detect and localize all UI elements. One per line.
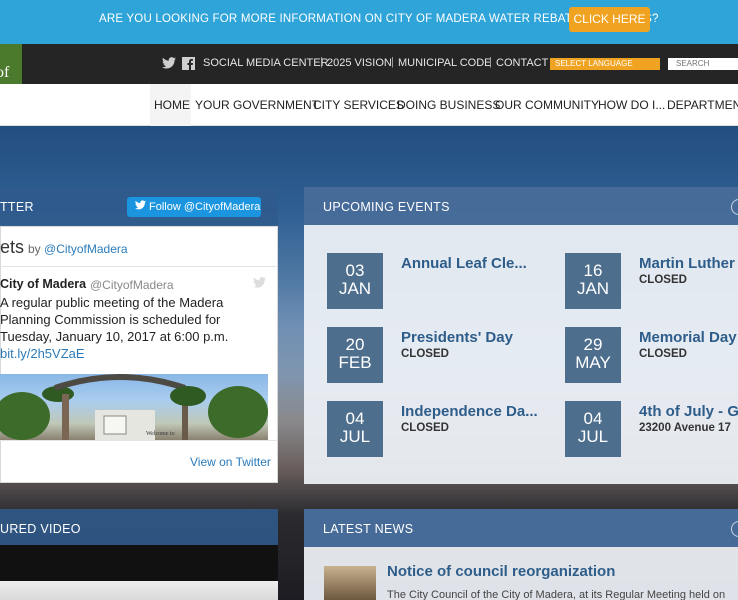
tweet-author-handle[interactable]: @CityofMadera [90,278,174,292]
event-status: CLOSED [401,348,449,360]
event-date-tile: 03 JAN [327,253,383,309]
event-day: 29 [583,335,603,354]
view-on-twitter-link[interactable]: View on Twitter [190,455,271,469]
event-month: FEB [338,353,372,372]
event-date-tile: 16 JAN [565,253,621,309]
event-day: 03 [345,261,365,280]
video-thumbnail[interactable] [0,581,278,600]
news-excerpt: The City Council of the City of Madera, … [387,589,726,600]
tweet-text: A regular public meeting of the Madera P… [0,295,229,344]
nav-item-home[interactable]: HOME [154,98,190,112]
municipal-code-link[interactable]: MUNICIPAL CODE [398,57,492,69]
event-date-tile: 29 MAY [565,327,621,383]
event-month: MAY [575,353,611,372]
event-day: 04 [583,409,603,428]
nav-item-our-community[interactable]: OUR COMMUNITY [495,98,599,112]
news-panel-title: LATEST NEWS [323,522,414,536]
twitter-panel-title: TTER [0,200,34,214]
event-status: CLOSED [639,274,687,286]
utility-separator: | [489,56,492,68]
contact-link[interactable]: CONTACT [496,57,548,69]
event-title[interactable]: Memorial Day [639,329,737,346]
news-title[interactable]: Notice of council reorganization [387,563,615,580]
utility-separator: | [391,56,394,68]
event-status: CLOSED [401,422,449,434]
tweet-photo[interactable]: Welcome to [0,374,268,440]
click-here-button[interactable]: CLICK HERE [569,7,650,32]
tweet-bird-icon[interactable] [253,277,266,291]
tweet-link[interactable]: bit.ly/2h5VZaE [0,346,85,361]
video-panel-title: URED VIDEO [0,522,81,536]
social-media-center-link[interactable]: SOCIAL MEDIA CENTER [203,57,329,69]
twitter-bird-icon [135,200,146,213]
events-panel-title: UPCOMING EVENTS [323,200,450,214]
nav-item-your-government[interactable]: YOUR GOVERNMENT [195,98,319,112]
event-month: JAN [338,279,372,298]
event-location: 23200 Avenue 17 [639,422,731,434]
nav-item-departments[interactable]: DEPARTMENT [667,98,738,112]
event-status: CLOSED [639,348,687,360]
follow-button[interactable]: Follow @CityofMadera [127,197,261,217]
event-date-tile: 04 JUL [327,401,383,457]
timeline-handle-link[interactable]: @CityofMadera [44,242,128,256]
news-thumbnail[interactable] [324,566,376,600]
utility-separator: | [320,56,323,68]
timeline-by-label: by [28,242,41,256]
logo-text-1: of [0,64,10,81]
event-day: 16 [583,261,603,280]
event-title[interactable]: Annual Leaf Cle... [401,255,527,272]
event-day: 04 [345,409,365,428]
photo-sign-text: Welcome to [146,431,175,437]
nav-item-doing-business[interactable]: DOING BUSINESS [397,98,500,112]
event-month: JAN [576,279,610,298]
facebook-icon[interactable] [181,57,195,71]
video-player[interactable] [0,545,278,581]
event-month: JUL [339,427,371,446]
event-day: 20 [345,335,365,354]
event-date-tile: 20 FEB [327,327,383,383]
search-input[interactable] [668,58,738,70]
tweet-author-name[interactable]: City of Madera [0,277,86,291]
divider [0,266,278,267]
timeline-title: ets [0,237,25,257]
twitter-icon[interactable] [162,57,176,71]
2025-vision-link[interactable]: 2025 VISION [327,57,392,69]
event-month: JUL [577,427,609,446]
event-title[interactable]: Martin Luther [639,255,735,272]
event-title[interactable]: 4th of July - G... [639,403,738,420]
nav-item-city-services[interactable]: CITY SERVICES [313,98,404,112]
event-title[interactable]: Independence Da... [401,403,538,420]
event-date-tile: 04 JUL [565,401,621,457]
nav-item-how-do-i[interactable]: HOW DO I... [598,98,665,112]
event-title[interactable]: Presidents' Day [401,329,513,346]
timeline-by: by @CityofMadera [28,242,128,256]
divider [0,440,278,441]
select-language-dropdown[interactable]: SELECT LANGUAGE [550,58,660,70]
